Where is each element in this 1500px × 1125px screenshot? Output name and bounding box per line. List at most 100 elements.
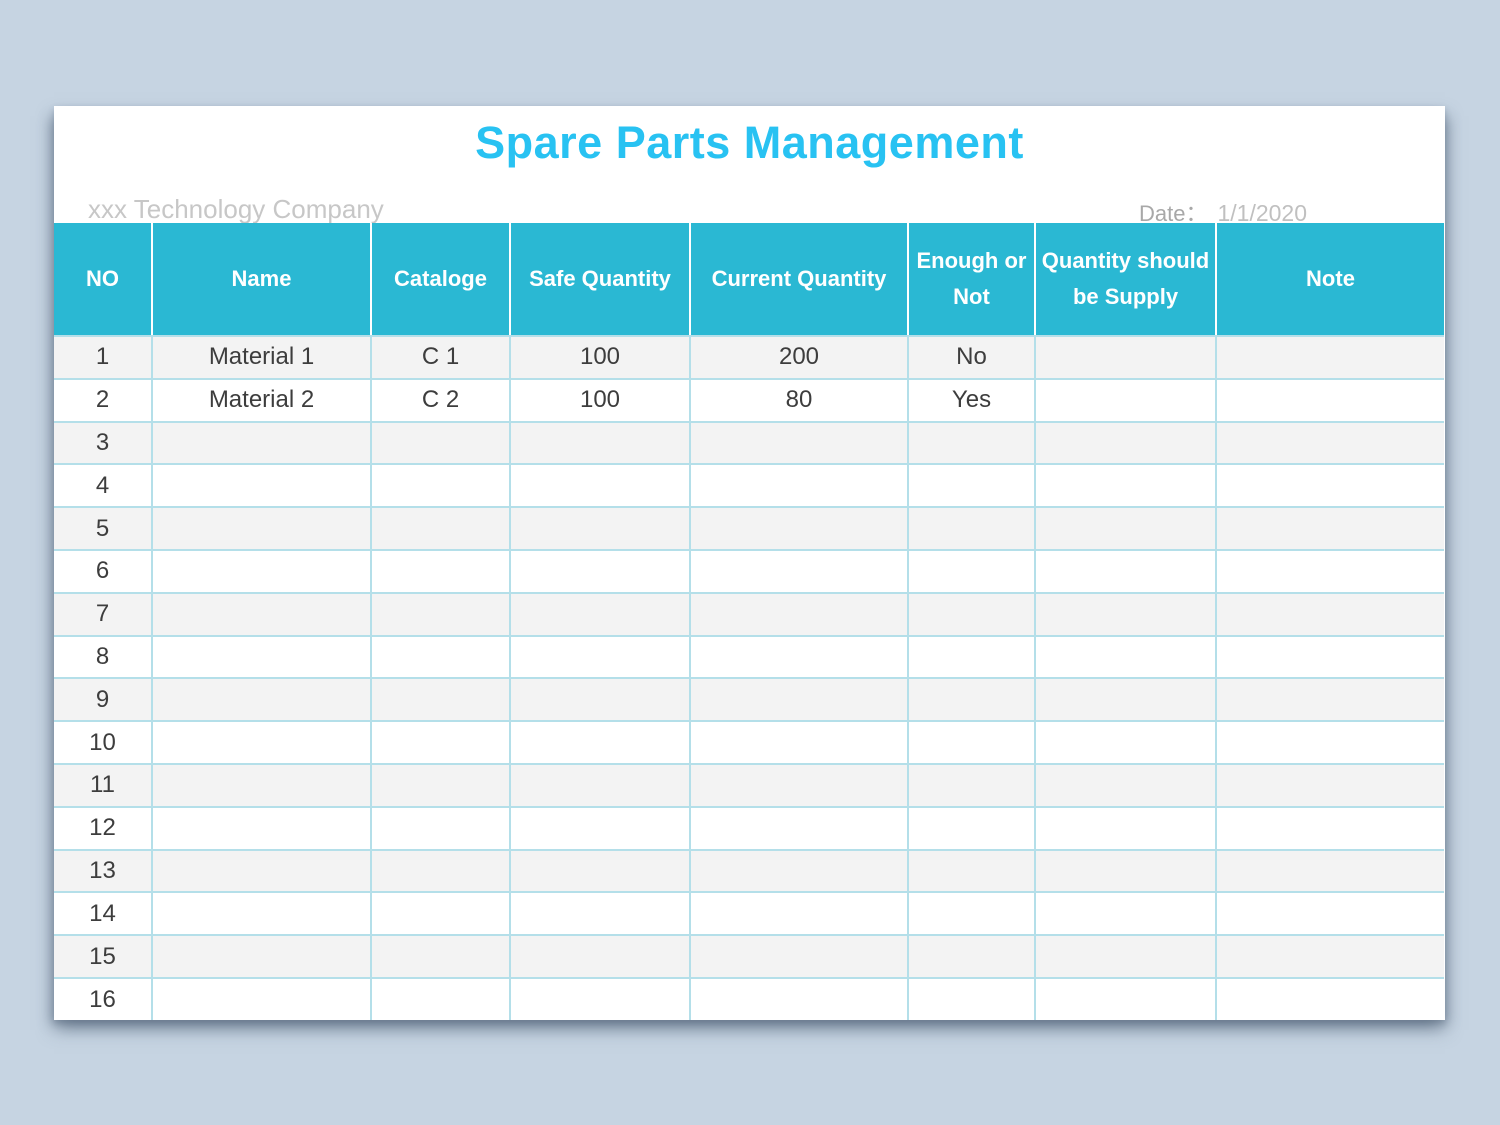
cell-name[interactable]: [152, 978, 371, 1020]
cell-enough_or_not[interactable]: [908, 636, 1035, 679]
cell-no[interactable]: 13: [54, 850, 152, 893]
column-header-name[interactable]: Name: [152, 223, 371, 336]
cell-safe_quantity[interactable]: [510, 935, 690, 978]
cell-name[interactable]: [152, 422, 371, 465]
cell-enough_or_not[interactable]: [908, 978, 1035, 1020]
cell-note[interactable]: [1216, 935, 1444, 978]
cell-name[interactable]: [152, 764, 371, 807]
cell-quantity_should_be_supply[interactable]: [1035, 422, 1216, 465]
cell-current_quantity[interactable]: [690, 764, 908, 807]
cell-current_quantity[interactable]: [690, 978, 908, 1020]
cell-note[interactable]: [1216, 636, 1444, 679]
cell-cataloge[interactable]: [371, 850, 510, 893]
cell-enough_or_not[interactable]: No: [908, 336, 1035, 379]
cell-current_quantity[interactable]: 200: [690, 336, 908, 379]
cell-current_quantity[interactable]: [690, 593, 908, 636]
cell-note[interactable]: [1216, 807, 1444, 850]
cell-name[interactable]: [152, 636, 371, 679]
cell-enough_or_not[interactable]: [908, 850, 1035, 893]
cell-enough_or_not[interactable]: Yes: [908, 379, 1035, 422]
cell-no[interactable]: 3: [54, 422, 152, 465]
cell-safe_quantity[interactable]: [510, 550, 690, 593]
cell-safe_quantity[interactable]: [510, 850, 690, 893]
cell-quantity_should_be_supply[interactable]: [1035, 850, 1216, 893]
cell-cataloge[interactable]: [371, 464, 510, 507]
cell-safe_quantity[interactable]: [510, 764, 690, 807]
cell-note[interactable]: [1216, 464, 1444, 507]
column-header-note[interactable]: Note: [1216, 223, 1444, 336]
cell-cataloge[interactable]: [371, 892, 510, 935]
cell-cataloge[interactable]: C 2: [371, 379, 510, 422]
cell-no[interactable]: 11: [54, 764, 152, 807]
cell-name[interactable]: [152, 721, 371, 764]
cell-safe_quantity[interactable]: [510, 892, 690, 935]
cell-current_quantity[interactable]: [690, 807, 908, 850]
cell-safe_quantity[interactable]: [510, 678, 690, 721]
cell-enough_or_not[interactable]: [908, 678, 1035, 721]
cell-name[interactable]: [152, 807, 371, 850]
cell-cataloge[interactable]: [371, 422, 510, 465]
cell-note[interactable]: [1216, 892, 1444, 935]
cell-safe_quantity[interactable]: 100: [510, 336, 690, 379]
cell-enough_or_not[interactable]: [908, 721, 1035, 764]
cell-enough_or_not[interactable]: [908, 550, 1035, 593]
cell-no[interactable]: 6: [54, 550, 152, 593]
cell-quantity_should_be_supply[interactable]: [1035, 336, 1216, 379]
cell-current_quantity[interactable]: [690, 935, 908, 978]
cell-cataloge[interactable]: [371, 764, 510, 807]
cell-enough_or_not[interactable]: [908, 807, 1035, 850]
cell-quantity_should_be_supply[interactable]: [1035, 550, 1216, 593]
cell-note[interactable]: [1216, 422, 1444, 465]
cell-enough_or_not[interactable]: [908, 593, 1035, 636]
cell-enough_or_not[interactable]: [908, 764, 1035, 807]
cell-quantity_should_be_supply[interactable]: [1035, 764, 1216, 807]
cell-safe_quantity[interactable]: [510, 593, 690, 636]
cell-safe_quantity[interactable]: [510, 636, 690, 679]
cell-note[interactable]: [1216, 850, 1444, 893]
cell-no[interactable]: 10: [54, 721, 152, 764]
cell-note[interactable]: [1216, 507, 1444, 550]
cell-note[interactable]: [1216, 336, 1444, 379]
cell-cataloge[interactable]: [371, 593, 510, 636]
cell-quantity_should_be_supply[interactable]: [1035, 978, 1216, 1020]
cell-cataloge[interactable]: [371, 678, 510, 721]
cell-cataloge[interactable]: [371, 807, 510, 850]
cell-no[interactable]: 1: [54, 336, 152, 379]
column-header-safe_quantity[interactable]: Safe Quantity: [510, 223, 690, 336]
column-header-enough_or_not[interactable]: Enough or Not: [908, 223, 1035, 336]
cell-cataloge[interactable]: [371, 935, 510, 978]
cell-name[interactable]: [152, 935, 371, 978]
cell-current_quantity[interactable]: [690, 850, 908, 893]
cell-enough_or_not[interactable]: [908, 892, 1035, 935]
cell-name[interactable]: [152, 550, 371, 593]
cell-enough_or_not[interactable]: [908, 422, 1035, 465]
cell-cataloge[interactable]: [371, 507, 510, 550]
cell-name[interactable]: [152, 507, 371, 550]
cell-current_quantity[interactable]: [690, 636, 908, 679]
cell-quantity_should_be_supply[interactable]: [1035, 593, 1216, 636]
cell-cataloge[interactable]: [371, 978, 510, 1020]
cell-safe_quantity[interactable]: [510, 978, 690, 1020]
cell-note[interactable]: [1216, 978, 1444, 1020]
cell-current_quantity[interactable]: [690, 464, 908, 507]
column-header-quantity_should_be_supply[interactable]: Quantity should be Supply: [1035, 223, 1216, 336]
cell-quantity_should_be_supply[interactable]: [1035, 379, 1216, 422]
cell-no[interactable]: 9: [54, 678, 152, 721]
cell-name[interactable]: Material 2: [152, 379, 371, 422]
cell-current_quantity[interactable]: [690, 507, 908, 550]
cell-name[interactable]: [152, 892, 371, 935]
cell-note[interactable]: [1216, 550, 1444, 593]
cell-cataloge[interactable]: [371, 636, 510, 679]
cell-safe_quantity[interactable]: [510, 721, 690, 764]
cell-safe_quantity[interactable]: [510, 464, 690, 507]
cell-cataloge[interactable]: C 1: [371, 336, 510, 379]
cell-quantity_should_be_supply[interactable]: [1035, 678, 1216, 721]
cell-no[interactable]: 15: [54, 935, 152, 978]
column-header-cataloge[interactable]: Cataloge: [371, 223, 510, 336]
cell-note[interactable]: [1216, 721, 1444, 764]
cell-note[interactable]: [1216, 379, 1444, 422]
cell-safe_quantity[interactable]: 100: [510, 379, 690, 422]
column-header-current_quantity[interactable]: Current Quantity: [690, 223, 908, 336]
cell-current_quantity[interactable]: [690, 422, 908, 465]
cell-no[interactable]: 4: [54, 464, 152, 507]
